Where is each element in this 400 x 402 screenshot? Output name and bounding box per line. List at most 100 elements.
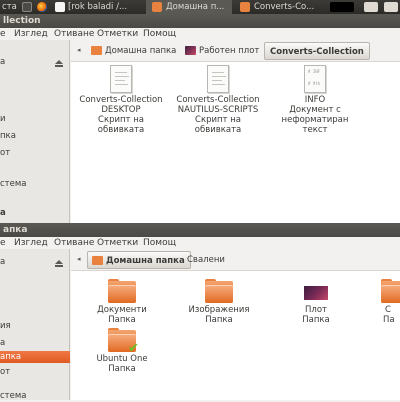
file-name: Converts-Collection [176, 95, 260, 105]
sidebar-item[interactable]: пка [0, 130, 70, 142]
crumb-home[interactable]: Домашна папка [87, 42, 181, 60]
file-type: неформатиран [281, 115, 349, 125]
crumb-converts-collection[interactable]: Converts-Collection [264, 42, 370, 60]
blank-window-tab[interactable] [330, 2, 354, 12]
crumb-label: Домашна папка [106, 256, 185, 266]
sidebar-item[interactable]: ия [0, 320, 70, 332]
terminal-icon[interactable] [22, 2, 32, 12]
window1-file-view: Converts-Collection DESKTOP Скрипт на об… [71, 62, 400, 223]
sidebar-item[interactable]: и [0, 113, 70, 125]
window2-pathbar: ◂ Домашна папка Свалени [71, 249, 400, 271]
page-icon [55, 2, 65, 12]
window2-title: апка [3, 225, 28, 235]
sidebar-item[interactable]: от [0, 366, 70, 378]
file-name: NAUTILUS-SCRIPTS [177, 105, 259, 115]
taskbar-tab-home-active[interactable]: Домашна п... [146, 0, 232, 14]
crumb-label: Converts-Collection [270, 47, 364, 57]
folder-item[interactable]: Изображения Папка [171, 279, 267, 325]
sidebar-item[interactable]: стема [0, 390, 70, 402]
file-type: Документ с [289, 105, 341, 115]
crumb-label: Работен плот [199, 46, 260, 56]
window1-title-bar[interactable]: llection [0, 14, 400, 28]
window2-menubar: е Изглед Отиване Отметки Помощ [0, 237, 400, 249]
menu-go[interactable]: Отиване [54, 28, 94, 40]
folder-item-partial[interactable]: С Па [361, 279, 400, 325]
sidebar-item-selected[interactable]: апка [0, 351, 70, 363]
pictures-folder-icon [205, 279, 233, 303]
crumb-label: Свалени [187, 255, 225, 265]
file-type: Скрипт на [195, 115, 241, 125]
file-type: текст [302, 125, 328, 135]
desktop-folder-icon [302, 279, 330, 303]
crumb-downloads[interactable]: Свалени [179, 251, 230, 269]
window1-sidebar: а и пка от стема а [0, 40, 70, 223]
folder-icon [381, 279, 400, 303]
menu-bookmarks[interactable]: Отметки [97, 237, 138, 249]
window2-sidebar: а ия а апка от стема [0, 249, 70, 402]
folder-name: С [385, 305, 391, 315]
window2-title-bar[interactable]: апка [0, 223, 400, 237]
file-name: INFO [304, 95, 326, 105]
home-folder-icon [91, 46, 102, 55]
home-folder-icon [92, 256, 103, 265]
window2-file-view: Документи Папка Изображения Папка Плот П… [71, 271, 400, 400]
keyboard-icon[interactable] [364, 2, 378, 12]
folder-name: Ubuntu One [96, 354, 148, 364]
window1-title: llection [3, 16, 41, 26]
folder-name: Документи [97, 305, 147, 315]
menu-edit[interactable]: е [0, 237, 6, 249]
folder-icon [152, 2, 162, 12]
sidebar-item[interactable]: стема [0, 178, 70, 190]
taskbar-tab-converts[interactable]: Converts-Co... [254, 1, 314, 13]
mail-icon[interactable] [384, 2, 398, 12]
path-left-arrow[interactable]: ◂ [77, 255, 81, 263]
file-type: обвивката [194, 125, 242, 135]
sidebar-item[interactable]: а [0, 256, 70, 268]
crumb-home[interactable]: Домашна папка [87, 251, 191, 269]
folder-type: Па [383, 315, 395, 325]
file-item[interactable]: # INF # 9th INFO Документ с неформатиран… [267, 65, 363, 135]
folder-item[interactable]: ✔ Ubuntu One Папка [74, 328, 170, 374]
documents-folder-icon [108, 279, 136, 303]
folder-name: Плот [305, 305, 327, 315]
crumb-label: Домашна папка [105, 46, 177, 56]
file-type: обвивката [97, 125, 145, 135]
top-panel: ста [rok baladi /... Домашна п... Conver… [0, 0, 400, 14]
file-item[interactable]: Converts-Collection NAUTILUS-SCRIPTS Скр… [170, 65, 266, 135]
file-name: Converts-Collection [79, 95, 163, 105]
file-item[interactable]: Converts-Collection DESKTOP Скрипт на об… [73, 65, 169, 135]
path-left-arrow[interactable]: ◂ [77, 46, 81, 54]
menu-go[interactable]: Отиване [54, 237, 94, 249]
menu-help[interactable]: Помощ [143, 237, 176, 249]
window1-pathbar: ◂ Домашна папка Работен плот Converts-Co… [71, 40, 400, 62]
menu-help[interactable]: Помощ [143, 28, 176, 40]
folder-item[interactable]: Плот Папка [268, 279, 364, 325]
folder-type: Папка [108, 315, 136, 325]
window1-menubar: е Изглед Отиване Отметки Помощ [0, 28, 400, 40]
folder-type: Папка [302, 315, 330, 325]
checkmark-icon: ✔ [128, 341, 139, 356]
sidebar-item[interactable]: от [0, 147, 70, 159]
text-file-icon: # INF # 9th [304, 65, 326, 93]
sidebar-item[interactable]: а [0, 56, 70, 68]
sidebar-section-header: а [0, 208, 6, 218]
panel-item-partial[interactable]: ста [2, 1, 17, 13]
crumb-desktop[interactable]: Работен плот [181, 42, 264, 60]
file-name: DESKTOP [101, 105, 141, 115]
taskbar-tab-label: Домашна п... [166, 2, 225, 12]
menu-view[interactable]: Изглед [14, 237, 48, 249]
menu-view[interactable]: Изглед [14, 28, 48, 40]
folder-name: Изображения [188, 305, 250, 315]
menu-edit[interactable]: е [0, 28, 6, 40]
folder-icon [240, 2, 250, 12]
folder-item[interactable]: Документи Папка [74, 279, 170, 325]
menu-bookmarks[interactable]: Отметки [97, 28, 138, 40]
firefox-icon[interactable] [37, 2, 47, 12]
taskbar-tab-browser[interactable]: [rok baladi /... [68, 1, 127, 13]
folder-type: Папка [108, 364, 136, 374]
script-file-icon [207, 65, 229, 93]
desktop-icon [185, 46, 196, 55]
ubuntu-one-folder-icon: ✔ [108, 328, 139, 356]
file-type: Скрипт на [98, 115, 144, 125]
sidebar-item[interactable]: а [0, 337, 70, 349]
